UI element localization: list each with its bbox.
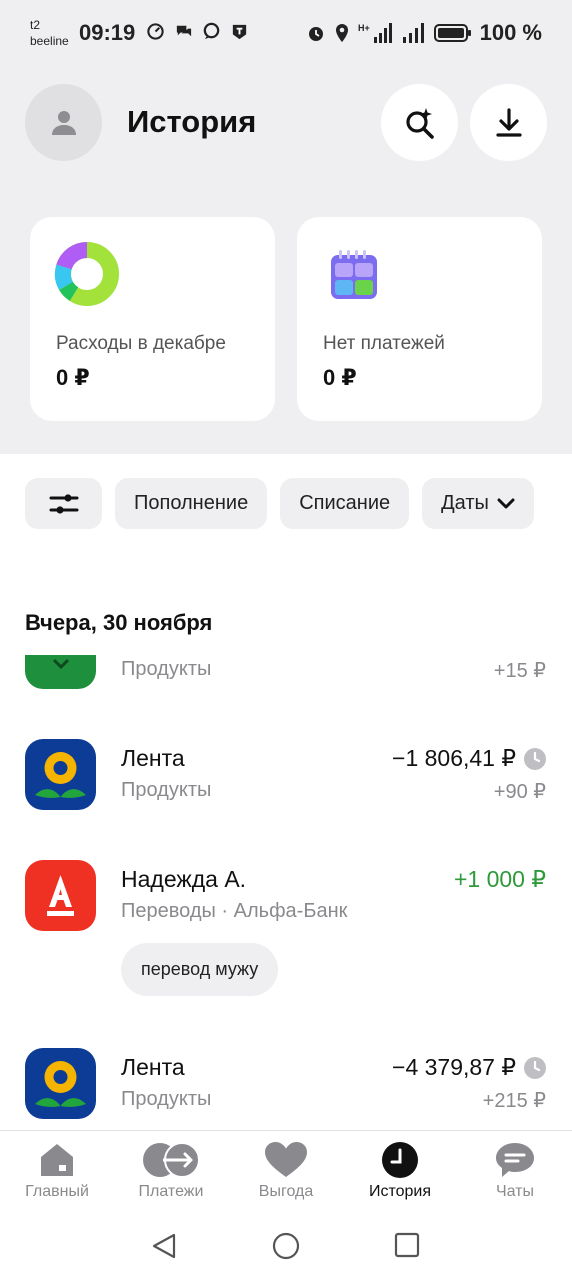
alarm-icon [308,27,323,41]
nav-benefits[interactable]: Выгода [229,1141,343,1201]
user-icon [51,110,76,135]
header-area: История Расходы в декабре 0 ₽ Нет платеж… [0,66,572,454]
date-header: Вчера, 30 ноября [25,610,213,635]
filter-chip-topup[interactable]: Пополнение [115,478,268,529]
system-icons: H+ 100 % [306,20,542,46]
nav-home[interactable]: Главный [0,1141,114,1201]
chevron-down-icon [497,498,515,508]
transaction-note: перевод мужу [121,943,279,996]
speed-icon [147,23,164,40]
filter-bar: Пополнение Списание Даты [25,478,572,529]
chat-icon [496,1143,534,1177]
heart-icon [265,1142,307,1177]
battery-percentage: 100 % [479,20,542,45]
transaction-category: Продукты [121,779,212,801]
home-circle-icon[interactable] [272,1232,300,1260]
transaction-list: Продукты +15 ₽ Лента Продукты −1 806,41 … [0,655,572,1130]
lenta-logo [25,1048,96,1119]
signal-h-plus-icon: H+ [358,23,392,43]
filter-chip-dates[interactable]: Даты [422,478,534,529]
battery-icon [433,24,471,42]
sparkle-search-icon [405,107,434,139]
donut-chart-icon [54,241,119,306]
payments-card[interactable]: Нет платежей 0 ₽ [297,217,542,421]
payments-value: 0 ₽ [323,365,357,390]
notification-icons [146,22,249,41]
signal-icon [402,23,424,43]
transaction-name: Лента [121,1054,185,1080]
transaction-amount-value: −1 806,41 ₽ [392,745,516,771]
download-button[interactable] [470,84,547,161]
green-merchant-logo [25,655,96,689]
transaction-amount-value: −4 379,87 ₽ [392,1054,516,1080]
alfa-bank-logo [25,860,96,931]
nav-home-label: Главный [25,1183,89,1200]
carrier-1: t2 [30,18,41,32]
status-time: 09:19 [79,20,136,45]
location-icon [335,24,348,42]
search-button[interactable] [381,84,458,161]
bottom-navigation: Главный Платежи Выгода История Чаты [0,1130,572,1210]
download-icon [495,107,522,137]
nav-payments-label: Платежи [138,1183,204,1200]
status-bar: t2 beeline 09:19 H+ 100 % [0,0,572,66]
page-title: История [127,104,257,139]
pending-clock-icon [524,747,546,770]
filter-chip-dates-label: Даты [441,492,489,514]
recents-icon[interactable] [394,1232,420,1258]
history-clock-icon [382,1142,418,1178]
transaction-amount: −4 379,87 ₽ [392,1054,546,1081]
nav-payments[interactable]: Платежи [114,1141,228,1201]
transaction-category: Продукты [121,1088,212,1110]
svg-text:H+: H+ [358,23,370,33]
nav-chats[interactable]: Чаты [458,1141,572,1201]
nav-history-label: История [368,1183,432,1200]
transaction-category: Переводы · Альфа-Банк [121,900,348,922]
back-icon[interactable] [150,1232,178,1260]
lenta-logo [25,739,96,810]
filter-chip-debit[interactable]: Списание [280,478,410,529]
payments-label: Нет платежей [323,333,445,354]
filter-settings-button[interactable] [25,478,102,529]
nav-benefits-label: Выгода [258,1183,314,1200]
transaction-name: Лента [121,745,185,771]
payments-icon [143,1142,200,1178]
transaction-name: Надежда А. [121,866,247,892]
message-icon [203,22,220,40]
expenses-card[interactable]: Расходы в декабре 0 ₽ [30,217,275,421]
transaction-amount: −1 806,41 ₽ [392,745,546,772]
sliders-icon [49,493,78,514]
calendar-icon [331,250,377,299]
checkmark-icon [52,658,70,670]
carrier-2: beeline [30,34,69,48]
transaction-amount: +1 000 ₽ [453,866,546,892]
transaction-category: Продукты [121,658,212,680]
nav-history[interactable]: История [343,1141,457,1201]
home-icon [41,1144,73,1176]
carrier-names: t2 beeline [30,17,69,49]
shield-icon [232,24,247,40]
chat-bubbles-icon [176,25,192,37]
transaction-cashback: +15 ₽ [493,660,546,682]
system-navigation-bar [0,1210,572,1280]
avatar[interactable] [25,84,102,161]
pending-clock-icon [524,1056,546,1079]
expenses-value: 0 ₽ [56,365,90,390]
transaction-cashback: +215 ₽ [482,1090,546,1112]
expenses-label: Расходы в декабре [56,333,226,354]
nav-chats-label: Чаты [495,1183,535,1200]
transaction-cashback: +90 ₽ [493,781,546,803]
